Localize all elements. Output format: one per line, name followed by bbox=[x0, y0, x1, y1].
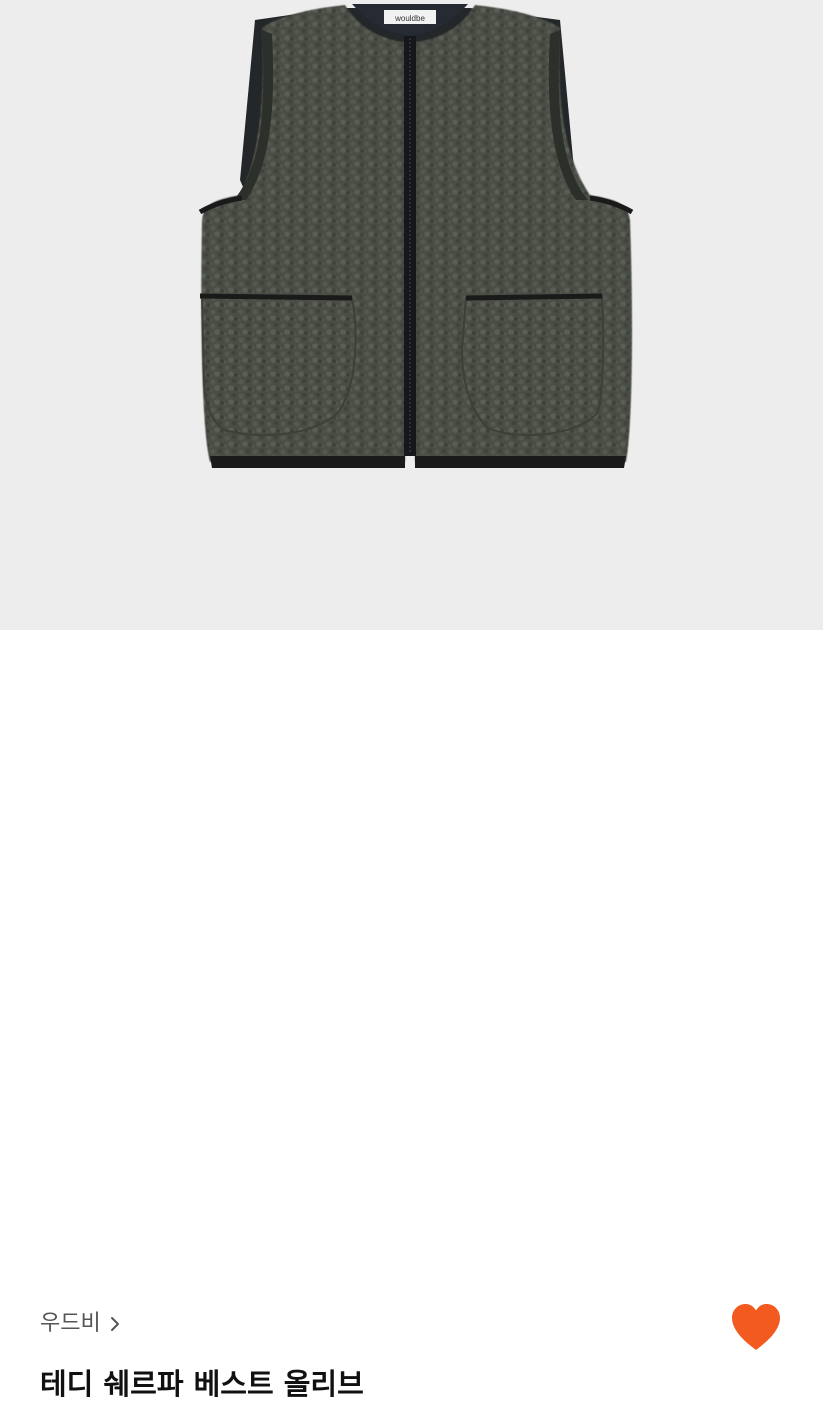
product-info: 우드비 테디 쉐르파 베스트 올리브 bbox=[0, 630, 823, 1401]
favorite-button[interactable] bbox=[728, 1300, 784, 1356]
brand-row: 우드비 bbox=[40, 1310, 121, 1338]
brand-link[interactable]: 우드비 bbox=[40, 1310, 121, 1338]
heart-icon bbox=[732, 1304, 780, 1350]
chevron-right-icon bbox=[110, 1317, 119, 1331]
left-pocket bbox=[200, 294, 357, 437]
hem-binding bbox=[210, 456, 405, 468]
product-title: 테디 쉐르파 베스트 올리브 bbox=[40, 1367, 364, 1401]
product-detail-page: wouldbe 우드비 테디 쉐르파 베스트 올리브 bbox=[0, 0, 823, 1401]
vest-illustration: wouldbe bbox=[198, 4, 634, 468]
right-pocket bbox=[460, 294, 605, 436]
brand-name: 우드비 bbox=[40, 1311, 101, 1336]
neck-label-text: wouldbe bbox=[394, 14, 425, 23]
product-image[interactable]: wouldbe bbox=[0, 0, 823, 630]
